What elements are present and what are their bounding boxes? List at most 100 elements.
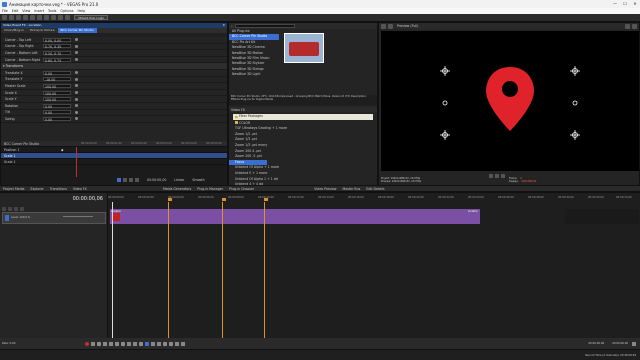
next-keyframe-icon[interactable] [135,178,139,182]
close-button[interactable]: ✕ [630,0,640,8]
cut-icon[interactable] [37,15,42,20]
keyframe-icon[interactable] [75,97,78,101]
next-frame-icon[interactable] [127,341,132,346]
plugin-thumbnail[interactable] [284,33,324,63]
keyframe-icon[interactable] [75,77,78,81]
preview-stop-icon[interactable] [495,173,499,178]
menu-view[interactable]: View [20,9,32,13]
track-tool-icon[interactable] [2,206,6,211]
prev-keyframe-icon[interactable] [129,178,133,182]
keyframe-diamond-icon[interactable]: ◆ [61,148,63,152]
minimize-button[interactable]: — [610,0,620,8]
tab-plugin-manager[interactable]: Plug-in Manager [194,187,226,191]
zoom-tool-icon[interactable] [163,341,168,346]
play-from-start-icon[interactable] [97,341,102,346]
grid-icon[interactable] [632,23,637,29]
keyframe-icon[interactable] [75,110,78,114]
tab-transitions[interactable]: Transitions [47,187,70,191]
menu-help[interactable]: Help [76,9,88,13]
stop-icon[interactable] [115,341,120,346]
render-icon[interactable] [23,15,28,20]
preview-settings-icon[interactable] [381,23,386,29]
timeline-ruler[interactable]: 00:00:00,00 00:00:02,00 00:00:04,00 00:0… [108,196,640,202]
keyframe-icon[interactable] [75,38,78,42]
level-slider[interactable] [63,216,93,217]
go-end-icon[interactable] [139,341,144,346]
sync-mode-label-2[interactable]: Smooth [192,178,204,182]
param-value[interactable]: -18.00 [43,77,71,82]
preview-canvas[interactable] [381,31,639,171]
video-track-header[interactable]: Level: 100.0 % [2,212,106,224]
video-clip[interactable]: Location Location [110,209,480,224]
param-value[interactable]: 0.00 [43,110,71,115]
preview-play-icon[interactable] [489,173,493,178]
keyframe-icon[interactable] [75,104,78,108]
copy-icon[interactable] [44,15,49,20]
selection-tool-icon[interactable] [157,341,162,346]
tab-explorer[interactable]: Explorer [28,187,47,191]
redo-icon[interactable] [65,15,70,20]
param-value[interactable]: 0.80, 0.75 [43,57,71,63]
track-tool-icon[interactable] [8,206,12,211]
param-value[interactable]: 0.00, 0.00 [43,37,71,43]
menu-edit[interactable]: Edit [10,9,21,13]
keyframe-icon[interactable] [75,71,78,75]
tab-pickup[interactable]: Pickup In Picture [27,28,58,33]
snap-icon[interactable] [169,341,174,346]
menu-tools[interactable]: Tools [46,9,58,13]
tab-corner-pin[interactable]: BCC Corner Pin Studio [57,28,97,33]
paste-icon[interactable] [51,15,56,20]
play-icon[interactable] [103,341,108,346]
snapshot-icon[interactable] [625,23,630,29]
param-value[interactable]: 100.00 [43,97,71,102]
param-value[interactable]: 0.00 [43,116,71,122]
close-icon[interactable]: ✕ [222,23,225,28]
list-item[interactable]: Zoom 200 .5 .pnl [229,154,377,160]
transforms-group[interactable]: ▾ Transforms [1,63,227,70]
envelope-tool-icon[interactable] [151,341,156,346]
keyframe-icon[interactable] [75,117,78,121]
tab-plugin-chooser[interactable]: Plug-in Chooser [226,187,257,191]
split-icon[interactable] [175,341,180,346]
menu-file[interactable]: File [0,9,10,13]
go-start-icon[interactable] [133,341,138,346]
tree-item[interactable]: NewBlue 3D Light [229,72,279,77]
param-value[interactable]: 100.00 [43,90,71,96]
preview-quality[interactable]: Preview (Full) [397,24,418,28]
param-value[interactable]: 100.00 [43,83,71,89]
split-screen-icon[interactable] [388,23,393,29]
play-icon[interactable] [117,178,121,182]
undo-icon[interactable] [58,15,63,20]
tab-chain[interactable]: Chain/Plug-in [1,28,27,33]
param-value[interactable]: 0.00 [43,103,71,109]
keyframe-icon[interactable] [75,84,78,88]
track-tool-icon[interactable] [20,206,24,211]
record-icon[interactable] [85,341,90,346]
hub-login-button[interactable]: VEGAS Hub Login [74,15,109,20]
maximize-button[interactable]: ☐ [620,0,630,8]
marker-icon[interactable] [222,198,226,201]
tab-video-preview[interactable]: Video Preview [311,187,339,191]
playhead[interactable] [112,202,113,338]
tab-media-generators[interactable]: Media Generators [160,187,194,191]
filter-bar[interactable]: Filter Packages [233,114,373,120]
save-icon[interactable] [16,15,21,20]
tab-project-media[interactable]: Project Media [0,187,28,191]
new-project-icon[interactable] [2,15,7,20]
keyframe-icon[interactable] [75,44,78,48]
marker-icon[interactable] [168,198,172,201]
keyframe-icon[interactable] [75,91,78,95]
properties-icon[interactable] [30,15,35,20]
settings-icon[interactable] [632,341,636,346]
tab-video-fx[interactable]: Video FX [70,187,90,191]
param-value[interactable]: 0.20, 0.70 [43,50,71,56]
sync-mode-label[interactable]: Linear [174,178,184,182]
tab-master-bus[interactable]: Master Bus [340,187,364,191]
param-value[interactable]: 0.70, 0.30 [43,44,71,49]
plugin-search-input[interactable] [234,24,295,28]
edit-tool-icon[interactable] [145,341,150,346]
menu-insert[interactable]: Insert [32,9,46,13]
keyframe-icon[interactable] [75,58,78,62]
pause-icon[interactable] [109,341,114,346]
marker-icon[interactable] [264,198,268,201]
